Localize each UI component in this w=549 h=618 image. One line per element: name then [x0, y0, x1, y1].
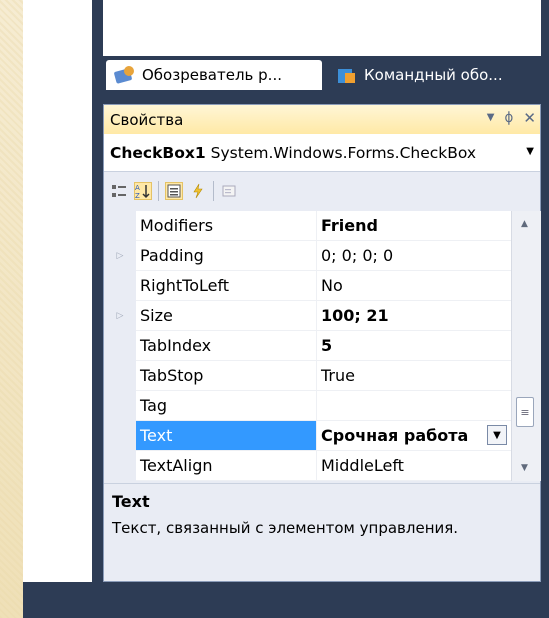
- property-grid[interactable]: Modifiers Friend ▷ Padding 0; 0; 0; 0 Ri…: [104, 211, 511, 481]
- tab-team-explorer[interactable]: Командный обо...: [330, 60, 541, 90]
- property-name: Text: [136, 421, 316, 451]
- object-type: System.Windows.Forms.CheckBox: [210, 143, 477, 162]
- property-name: Tag: [136, 391, 316, 421]
- toolbar-separator: [213, 181, 214, 201]
- property-name: TabStop: [136, 361, 316, 391]
- chevron-down-icon: ▼: [526, 146, 534, 157]
- property-value[interactable]: No: [316, 271, 511, 301]
- background-margin: [0, 0, 23, 618]
- property-value[interactable]: Срочная работа: [321, 426, 468, 445]
- object-name: CheckBox1: [110, 143, 206, 162]
- table-row[interactable]: Modifiers Friend: [104, 211, 511, 241]
- expand-icon[interactable]: ▷: [104, 241, 136, 271]
- scroll-up-icon[interactable]: ▲: [521, 219, 528, 229]
- properties-title: Свойства: [110, 110, 184, 129]
- property-name: TabIndex: [136, 331, 316, 361]
- expand-icon[interactable]: ▷: [104, 301, 136, 331]
- table-row[interactable]: TabStop True: [104, 361, 511, 391]
- properties-view-icon[interactable]: [165, 182, 183, 200]
- properties-title-bar: Свойства ▼ ᛰ ✕: [104, 105, 540, 134]
- property-value[interactable]: [316, 391, 511, 421]
- description-panel: Text Текст, связанный с элементом управл…: [104, 483, 540, 581]
- property-value[interactable]: 5: [316, 331, 511, 361]
- property-pages-icon[interactable]: [220, 182, 238, 200]
- solution-explorer-icon: [114, 66, 136, 84]
- panel-top-area: [103, 0, 541, 56]
- categorized-icon[interactable]: [110, 182, 128, 200]
- table-row[interactable]: ▷ Padding 0; 0; 0; 0: [104, 241, 511, 271]
- tab-label: Командный обо...: [364, 66, 503, 84]
- toolbar-separator: [158, 181, 159, 201]
- row-gutter: [104, 361, 136, 391]
- vertical-scrollbar[interactable]: ▲ ≡ ▼: [511, 211, 541, 481]
- properties-window: Свойства ▼ ᛰ ✕ CheckBox1 System.Windows.…: [103, 104, 541, 582]
- table-row[interactable]: Tag: [104, 391, 511, 421]
- property-name: TextAlign: [136, 451, 316, 481]
- pin-icon[interactable]: ᛰ: [504, 109, 513, 127]
- table-row[interactable]: RightToLeft No: [104, 271, 511, 301]
- row-gutter: [104, 421, 136, 451]
- scroll-down-icon[interactable]: ▼: [521, 463, 528, 473]
- property-name: RightToLeft: [136, 271, 316, 301]
- window-position-icon[interactable]: ▼: [487, 112, 495, 127]
- description-text: Текст, связанный с элементом управления.: [112, 519, 459, 537]
- property-name: Padding: [136, 241, 316, 271]
- row-gutter: [104, 451, 136, 481]
- row-gutter: [104, 391, 136, 421]
- table-row-selected[interactable]: Text Срочная работа ▼: [104, 421, 511, 451]
- properties-toolbar: AZ: [104, 173, 540, 209]
- svg-text:A: A: [135, 184, 140, 192]
- table-row[interactable]: TabIndex 5: [104, 331, 511, 361]
- row-gutter: [104, 211, 136, 241]
- property-value[interactable]: True: [316, 361, 511, 391]
- tab-solution-explorer[interactable]: Обозреватель р...: [106, 60, 322, 90]
- explorer-tabs: Обозреватель р... Командный обо...: [103, 58, 541, 92]
- ide-frame-bottom: [23, 582, 549, 618]
- editor-area[interactable]: [23, 0, 93, 582]
- description-title: Text: [112, 492, 150, 511]
- dropdown-button[interactable]: ▼: [487, 425, 507, 445]
- property-name: Size: [136, 301, 316, 331]
- row-gutter: [104, 331, 136, 361]
- object-selector[interactable]: CheckBox1 System.Windows.Forms.CheckBox …: [104, 134, 540, 172]
- tab-label: Обозреватель р...: [142, 66, 282, 84]
- team-explorer-icon: [336, 66, 358, 84]
- row-gutter: [104, 271, 136, 301]
- events-icon[interactable]: [189, 182, 207, 200]
- property-name: Modifiers: [136, 211, 316, 241]
- property-value[interactable]: 0; 0; 0; 0: [316, 241, 511, 271]
- close-icon[interactable]: ✕: [523, 109, 536, 127]
- property-value-editor[interactable]: Срочная работа ▼: [316, 421, 511, 451]
- scroll-thumb[interactable]: ≡: [516, 397, 534, 427]
- table-row[interactable]: ▷ Size 100; 21: [104, 301, 511, 331]
- svg-text:Z: Z: [135, 192, 140, 199]
- property-value[interactable]: 100; 21: [316, 301, 511, 331]
- property-value[interactable]: MiddleLeft: [316, 451, 511, 481]
- table-row[interactable]: TextAlign MiddleLeft: [104, 451, 511, 481]
- property-value[interactable]: Friend: [316, 211, 511, 241]
- alphabetical-icon[interactable]: AZ: [134, 182, 152, 200]
